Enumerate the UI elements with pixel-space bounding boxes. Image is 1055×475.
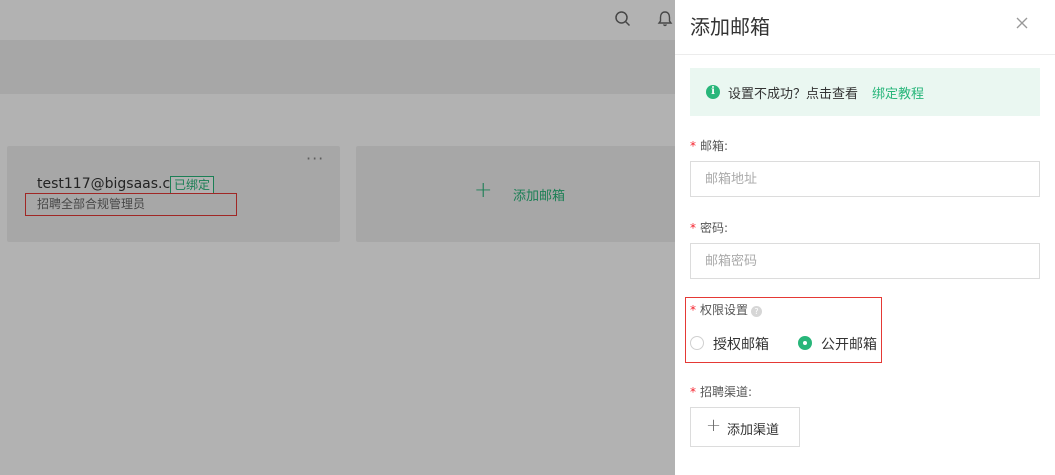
channel-label: * 招聘渠道: [690,385,753,399]
radio-label: 授权邮箱 [713,337,769,353]
email-input[interactable] [690,161,1040,197]
help-icon[interactable]: ? [751,306,763,317]
permission-label: * 权限设置? [690,301,763,318]
required-star: * [690,385,696,399]
radio-label: 公开邮箱 [821,337,877,353]
add-mailbox-drawer: 添加邮箱 i 设置不成功？点击查看 绑定教程 *邮箱: *密码: *权限设置? … [675,0,1055,475]
tutorial-link[interactable]: 绑定教程 [872,83,924,102]
password-input[interactable] [690,243,1040,279]
password-label: * 密码: [690,221,729,235]
radio-circle[interactable] [690,336,704,350]
radio-circle-checked[interactable] [798,336,812,350]
add-channel-label: 添加渠道 [727,423,780,438]
tip-text: 设置不成功？点击查看 [728,87,859,102]
required-star: * [690,139,696,153]
close-icon[interactable] [1012,13,1032,33]
required-star: * [690,303,696,317]
required-star: * [690,221,696,235]
add-channel-button[interactable]: + 添加渠道 [690,407,800,447]
info-icon: i [706,85,720,99]
email-label: * 邮箱: [690,139,729,153]
drawer-title: 添加邮箱 [690,15,770,39]
plus-icon: + [706,415,722,436]
drawer-divider [675,54,1055,55]
tip-banner: i 设置不成功？点击查看 绑定教程 [690,68,1040,116]
